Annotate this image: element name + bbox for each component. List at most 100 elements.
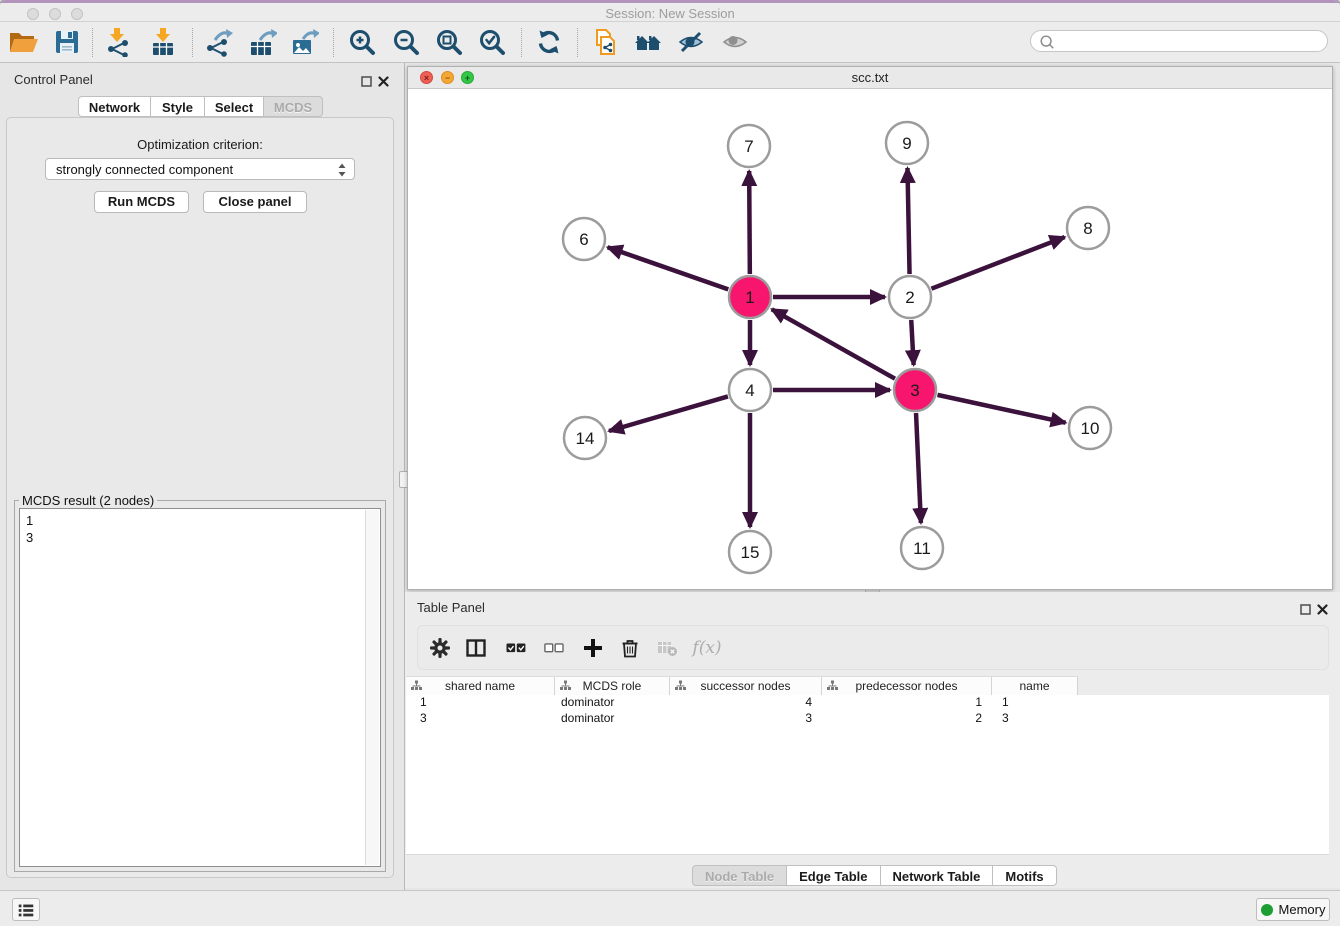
tab-motifs[interactable]: Motifs bbox=[993, 865, 1056, 886]
import-table-button[interactable] bbox=[147, 26, 179, 58]
graph-node-7[interactable]: 7 bbox=[728, 125, 770, 167]
graph-edge-4-14[interactable] bbox=[609, 396, 728, 431]
graph-node-label: 11 bbox=[913, 539, 931, 558]
close-panel-button[interactable]: Close panel bbox=[203, 191, 307, 213]
tab-style[interactable]: Style bbox=[151, 96, 205, 117]
add-column-button[interactable] bbox=[581, 636, 605, 660]
graph-node-1[interactable]: 1 bbox=[729, 276, 771, 318]
graph-edge-2-9[interactable] bbox=[907, 168, 909, 274]
network-graph[interactable]: 1 2 3 4 6 7 8 9 10 11 14 15 bbox=[408, 88, 1332, 589]
graph-node-4[interactable]: 4 bbox=[729, 369, 771, 411]
cell-predecessor-nodes: 2 bbox=[822, 711, 992, 727]
node-table-header: shared name MCDS role successor nodes bbox=[406, 676, 1078, 696]
zoom-fit-button[interactable] bbox=[433, 26, 465, 58]
table-row[interactable]: 1 dominator 4 1 1 bbox=[406, 695, 1329, 711]
tab-select[interactable]: Select bbox=[205, 96, 264, 117]
window-title: Session: New Session bbox=[0, 6, 1340, 21]
graph-edge-2-3[interactable] bbox=[911, 320, 913, 365]
delete-columns-button[interactable] bbox=[618, 636, 642, 660]
export-network-button[interactable] bbox=[202, 26, 234, 58]
graph-node-10[interactable]: 10 bbox=[1069, 407, 1111, 449]
show-all-button[interactable] bbox=[719, 26, 751, 58]
first-neighbors-button[interactable] bbox=[632, 26, 664, 58]
hide-selected-button[interactable] bbox=[675, 26, 707, 58]
eye-icon bbox=[720, 27, 750, 57]
search-field[interactable] bbox=[1030, 30, 1328, 52]
new-network-from-selection-button[interactable] bbox=[588, 26, 620, 58]
graph-node-14[interactable]: 14 bbox=[564, 417, 606, 459]
graph-node-label: 6 bbox=[579, 230, 588, 249]
graph-edge-3-10[interactable] bbox=[937, 395, 1065, 423]
tab-mcds[interactable]: MCDS bbox=[264, 96, 323, 117]
select-all-rows-button[interactable] bbox=[504, 636, 528, 660]
memory-button[interactable]: Memory bbox=[1256, 898, 1330, 921]
export-image-icon bbox=[289, 27, 319, 57]
shared-column-icon bbox=[675, 680, 686, 691]
open-session-button[interactable] bbox=[7, 26, 39, 58]
column-header-shared-name[interactable]: shared name bbox=[406, 677, 555, 695]
zoom-in-button[interactable] bbox=[346, 26, 378, 58]
graph-node-2[interactable]: 2 bbox=[889, 276, 931, 318]
show-columns-button[interactable] bbox=[464, 636, 488, 660]
import-network-button[interactable] bbox=[102, 26, 134, 58]
result-line: 1 bbox=[26, 512, 33, 529]
graph-node-6[interactable]: 6 bbox=[563, 218, 605, 260]
graph-node-label: 10 bbox=[1081, 419, 1100, 438]
graph-edge-1-6[interactable] bbox=[608, 247, 729, 289]
graph-edge-2-8[interactable] bbox=[931, 237, 1064, 289]
mcds-result-groupbox: MCDS result (2 nodes) 1 3 bbox=[14, 500, 386, 872]
table-row[interactable]: 3 dominator 3 2 3 bbox=[406, 711, 1329, 727]
save-session-button[interactable] bbox=[51, 26, 83, 58]
apply-layout-button[interactable] bbox=[533, 26, 565, 58]
zoom-out-button[interactable] bbox=[390, 26, 422, 58]
graph-node-11[interactable]: 11 bbox=[901, 527, 943, 569]
graph-node-9[interactable]: 9 bbox=[886, 122, 928, 164]
status-menu-button[interactable] bbox=[12, 898, 40, 921]
graph-node-8[interactable]: 8 bbox=[1067, 207, 1109, 249]
column-label: predecessor nodes bbox=[855, 679, 957, 693]
cell-predecessor-nodes: 1 bbox=[822, 695, 992, 711]
graph-node-3[interactable]: 3 bbox=[894, 369, 936, 411]
graph-edge-3-1[interactable] bbox=[772, 309, 895, 378]
run-mcds-button[interactable]: Run MCDS bbox=[94, 191, 189, 213]
table-settings-button[interactable] bbox=[428, 636, 452, 660]
os-titlebar: Session: New Session bbox=[0, 0, 1340, 22]
result-scrollbar-track[interactable] bbox=[365, 510, 379, 865]
graph-edge-1-7[interactable] bbox=[749, 171, 750, 274]
status-bar: Memory bbox=[0, 890, 1340, 926]
graph-node-15[interactable]: 15 bbox=[729, 531, 771, 573]
control-panel-title: Control Panel bbox=[14, 72, 93, 87]
export-table-button[interactable] bbox=[246, 26, 278, 58]
deselect-all-rows-button[interactable] bbox=[542, 636, 566, 660]
table-panel-close-button[interactable] bbox=[1317, 602, 1329, 614]
control-panel-tabs: Network Style Select MCDS bbox=[78, 96, 323, 117]
toolbar-separator bbox=[92, 28, 93, 57]
column-header-successor-nodes[interactable]: successor nodes bbox=[670, 677, 822, 695]
cell-successor-nodes: 3 bbox=[670, 711, 822, 727]
tab-network[interactable]: Network bbox=[78, 96, 151, 117]
table-toolbar: f(x) bbox=[417, 625, 1329, 670]
column-header-mcds-role[interactable]: MCDS role bbox=[555, 677, 670, 695]
table-panel-float-button[interactable] bbox=[1300, 602, 1312, 614]
column-header-predecessor-nodes[interactable]: predecessor nodes bbox=[822, 677, 992, 695]
cell-successor-nodes: 4 bbox=[670, 695, 822, 711]
zoom-selected-button[interactable] bbox=[476, 26, 508, 58]
criterion-dropdown[interactable]: strongly connected component bbox=[45, 158, 355, 180]
control-panel-float-button[interactable] bbox=[361, 74, 373, 86]
node-table-body: 1 dominator 4 1 1 3 dominator 3 2 3 bbox=[406, 695, 1329, 855]
application-window: Session: New Session bbox=[0, 0, 1340, 926]
export-image-button[interactable] bbox=[288, 26, 320, 58]
tab-network-table[interactable]: Network Table bbox=[881, 865, 994, 886]
tab-edge-table[interactable]: Edge Table bbox=[787, 865, 880, 886]
close-icon bbox=[378, 76, 389, 87]
table-tabs: Node Table Edge Table Network Table Moti… bbox=[692, 865, 1057, 886]
column-header-name[interactable]: name bbox=[992, 677, 1078, 695]
memory-label: Memory bbox=[1279, 902, 1326, 917]
cell-name: 1 bbox=[992, 695, 1078, 711]
mcds-result-textarea[interactable]: 1 3 bbox=[19, 508, 381, 867]
search-input[interactable] bbox=[1059, 32, 1319, 52]
zoom-in-icon bbox=[347, 27, 377, 57]
control-panel-close-button[interactable] bbox=[378, 74, 390, 86]
tab-node-table[interactable]: Node Table bbox=[692, 865, 787, 886]
graph-edge-3-11[interactable] bbox=[916, 413, 921, 523]
